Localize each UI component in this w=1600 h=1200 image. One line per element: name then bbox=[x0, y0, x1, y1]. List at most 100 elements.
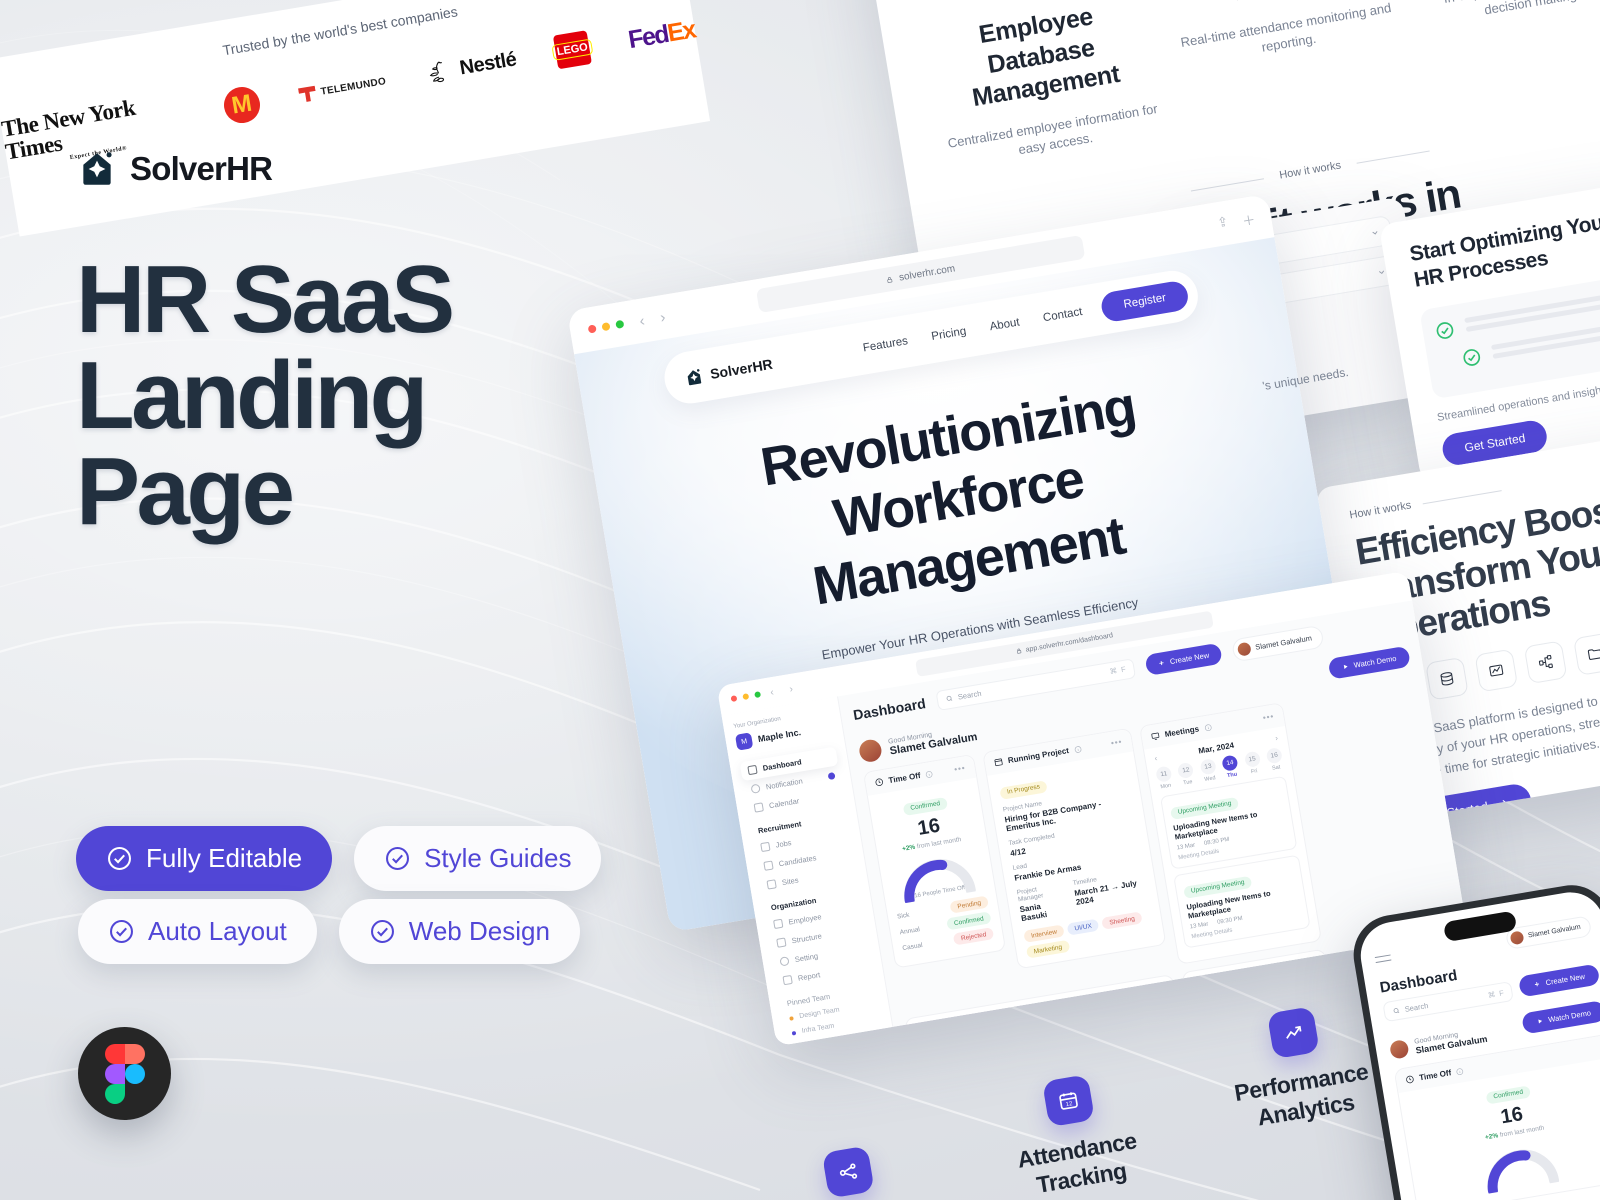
info-icon[interactable] bbox=[1073, 744, 1082, 753]
clock-icon bbox=[875, 778, 884, 787]
logo-name: LEGO bbox=[551, 38, 594, 61]
avatar bbox=[1236, 641, 1252, 657]
shortcut-key-cmd: ⌘ bbox=[1108, 666, 1118, 677]
logo-name: TELEMUNDO bbox=[319, 75, 387, 98]
poster-canvas: Employee Database Management Centralized… bbox=[0, 0, 1600, 1200]
pill-web-design[interactable]: Web Design bbox=[338, 899, 580, 964]
pill-label: Style Guides bbox=[424, 843, 572, 873]
svg-text:12: 12 bbox=[1066, 1101, 1074, 1108]
pill-row: Auto Layout Web Design bbox=[78, 899, 636, 964]
card-title: Time Off bbox=[1418, 1068, 1452, 1083]
user-icon bbox=[763, 860, 774, 871]
site-logo[interactable]: SolverHR bbox=[683, 354, 774, 387]
button-label: Watch Demo bbox=[1353, 653, 1398, 670]
chevron-right-icon[interactable]: › bbox=[789, 683, 794, 694]
card-running-project: Running Project ••• In Progress Project … bbox=[982, 727, 1167, 970]
share-icon[interactable]: ⇪ bbox=[1216, 213, 1230, 234]
nav-link-pricing[interactable]: Pricing bbox=[931, 325, 968, 343]
site-logo-text: SolverHR bbox=[708, 355, 774, 383]
calendar-day[interactable]: 11 Mon bbox=[1154, 765, 1175, 790]
close-dot[interactable] bbox=[730, 695, 738, 703]
figma-badge[interactable] bbox=[78, 1027, 171, 1120]
card-meetings: Meetings ••• ‹ Mar, 2024 › 11Mon 12Tue bbox=[1139, 702, 1322, 965]
search-placeholder: Search bbox=[957, 688, 983, 702]
info-icon[interactable] bbox=[925, 769, 934, 778]
greeting-block: Good Morning Slamet Galvalum bbox=[1388, 1026, 1488, 1060]
phone-mock: Slamet Galvalum Dashboard Search ⌘ F Cre… bbox=[1347, 879, 1600, 1200]
telemundo-mark bbox=[298, 85, 317, 103]
info-icon[interactable] bbox=[1455, 1067, 1464, 1076]
search-icon bbox=[1393, 1007, 1400, 1013]
pill-fully-editable[interactable]: Fully Editable bbox=[76, 826, 333, 891]
shortcut-key-f: F bbox=[1120, 664, 1127, 675]
check-circle-icon bbox=[370, 920, 394, 943]
report-icon bbox=[782, 974, 793, 986]
calendar-day-label: Wed bbox=[1204, 775, 1217, 783]
users-icon bbox=[773, 918, 784, 930]
card-title: Time Off bbox=[887, 770, 922, 786]
figma-logo-icon bbox=[104, 1043, 145, 1104]
sitemap-icon[interactable] bbox=[1523, 640, 1568, 685]
maximize-dot[interactable] bbox=[754, 691, 762, 699]
chevron-left-icon[interactable]: ‹ bbox=[770, 687, 775, 698]
row-label: Annual bbox=[899, 925, 921, 936]
minimize-dot[interactable] bbox=[742, 693, 750, 701]
user-name: Slamet Galvalum bbox=[1254, 633, 1313, 652]
calendar-day-number: 11 bbox=[1155, 765, 1173, 783]
pill-label: Auto Layout bbox=[148, 916, 287, 946]
chevron-down-icon bbox=[1372, 230, 1378, 235]
tag: Marketing bbox=[1025, 939, 1070, 959]
meeting-item[interactable]: Upcoming Meeting Uploading New Items to … bbox=[1173, 854, 1311, 949]
button-label: Create New bbox=[1169, 650, 1210, 667]
lock-icon bbox=[1016, 648, 1022, 654]
plus-icon[interactable]: ＋ bbox=[1241, 209, 1257, 230]
calendar-day[interactable]: 13 Wed bbox=[1198, 758, 1219, 783]
card-title: Running Project bbox=[1007, 746, 1070, 766]
chevron-right-icon[interactable]: › bbox=[1275, 733, 1279, 742]
headline-line: Landing bbox=[76, 342, 428, 449]
chart-icon[interactable] bbox=[1474, 648, 1519, 693]
status-badge: In Progress bbox=[999, 779, 1048, 800]
watch-demo-button[interactable]: Watch Demo bbox=[1520, 999, 1600, 1034]
avatar bbox=[1509, 930, 1525, 946]
nav-link-features[interactable]: Features bbox=[862, 335, 909, 354]
create-new-button[interactable]: Create New bbox=[1144, 642, 1223, 676]
hamburger-menu-icon[interactable] bbox=[1374, 953, 1392, 967]
org-avatar: M bbox=[734, 732, 754, 751]
calendar-day-selected[interactable]: 14 Thu bbox=[1220, 754, 1241, 779]
shortcut-key-f: F bbox=[1498, 987, 1505, 998]
more-horizontal-icon[interactable]: ••• bbox=[1110, 737, 1123, 748]
sidebar-item-label: Employee bbox=[787, 912, 823, 927]
pill-style-guides[interactable]: Style Guides bbox=[354, 826, 602, 891]
monitor-icon bbox=[1151, 732, 1160, 740]
phone-screen: Slamet Galvalum Dashboard Search ⌘ F Cre… bbox=[1355, 887, 1600, 1200]
database-icon[interactable] bbox=[1425, 656, 1469, 701]
folder-icon[interactable] bbox=[1573, 632, 1600, 676]
bell-icon bbox=[750, 783, 761, 794]
watch-demo-button[interactable]: Watch Demo bbox=[1327, 645, 1411, 680]
placeholder-bars bbox=[1464, 280, 1600, 336]
search-placeholder: Search bbox=[1403, 1000, 1429, 1014]
status-badge: Rejected bbox=[953, 927, 995, 946]
sidebar-item-label: Notification bbox=[765, 776, 804, 792]
logo-name: Nestlé bbox=[457, 47, 518, 79]
button-label: Create New bbox=[1544, 971, 1586, 987]
nav-link-contact[interactable]: Contact bbox=[1042, 306, 1083, 324]
info-icon[interactable] bbox=[1203, 723, 1212, 732]
more-horizontal-icon[interactable]: ••• bbox=[1262, 712, 1275, 723]
check-circle-icon bbox=[1436, 321, 1454, 339]
team-color-dot bbox=[789, 1015, 794, 1021]
sitemap-icon bbox=[821, 1145, 875, 1199]
check-circle-icon bbox=[110, 920, 133, 943]
calendar-day[interactable]: 16 Sat bbox=[1265, 747, 1286, 772]
calendar-day[interactable]: 15 Fri bbox=[1243, 750, 1264, 776]
nav-link-about[interactable]: About bbox=[989, 316, 1021, 333]
calendar-day[interactable]: 12 Tue bbox=[1176, 761, 1197, 787]
chevron-left-icon[interactable]: ‹ bbox=[1154, 754, 1158, 763]
user-menu[interactable]: Slamet Galvalum bbox=[1504, 915, 1593, 951]
play-icon bbox=[1538, 1018, 1542, 1023]
project-icon bbox=[994, 758, 1003, 767]
more-horizontal-icon[interactable]: ••• bbox=[954, 763, 967, 774]
pill-auto-layout[interactable]: Auto Layout bbox=[78, 899, 317, 964]
register-button[interactable]: Register bbox=[1099, 279, 1191, 324]
